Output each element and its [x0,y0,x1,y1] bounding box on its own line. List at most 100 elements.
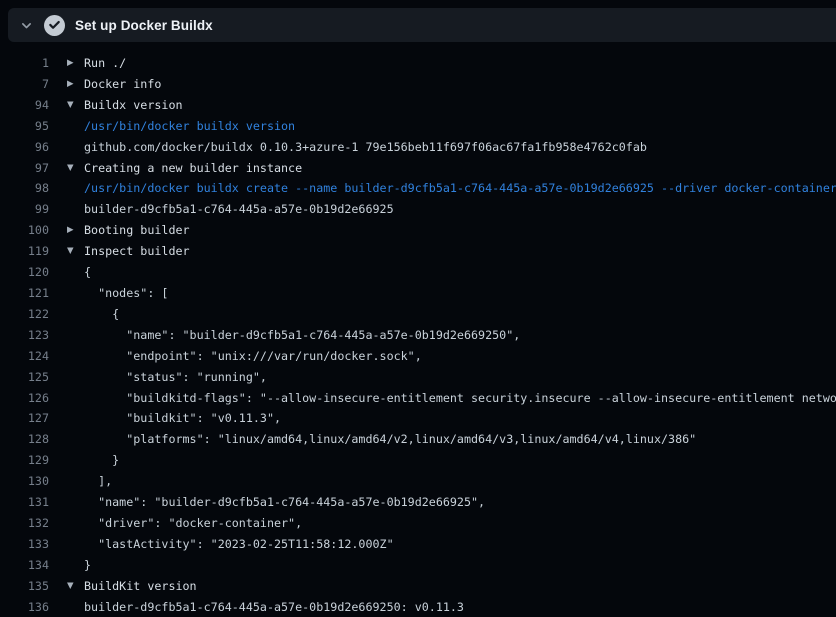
line-number[interactable]: 134 [0,555,49,576]
log-text: Docker info [84,77,161,91]
line-number[interactable]: 95 [0,116,49,137]
log-line: 130 ], [0,471,836,492]
log-text: "name": "builder-d9cfb5a1-c764-445a-a57e… [84,495,485,509]
log-text: "endpoint": "unix:///var/run/docker.sock… [84,349,422,363]
line-number[interactable]: 128 [0,429,49,450]
line-number[interactable]: 98 [0,178,49,199]
check-circle-icon [44,15,65,36]
log-line: 96 github.com/docker/buildx 0.10.3+azure… [0,137,836,158]
log-line: 120 { [0,262,836,283]
log-line-body: "name": "builder-d9cfb5a1-c764-445a-a57e… [49,492,836,513]
line-number[interactable]: 123 [0,325,49,346]
log-text: "status": "running", [84,370,267,384]
triangle-down-icon[interactable]: ▼ [67,241,74,262]
line-number[interactable]: 136 [0,597,49,617]
log-line-body: } [49,450,836,471]
log-line: 99 builder-d9cfb5a1-c764-445a-a57e-0b19d… [0,199,836,220]
log-line-body: ▶Run ./ [49,53,836,74]
line-number[interactable]: 7 [0,74,49,95]
log-line-body: github.com/docker/buildx 0.10.3+azure-1 … [49,137,836,158]
log-text: "platforms": "linux/amd64,linux/amd64/v2… [84,432,696,446]
log-line: 134 } [0,555,836,576]
line-number[interactable]: 125 [0,367,49,388]
triangle-down-icon[interactable]: ▼ [67,95,74,116]
log-text: } [84,453,119,467]
log-line: 128 "platforms": "linux/amd64,linux/amd6… [0,429,836,450]
log-line: 127 "buildkit": "v0.11.3", [0,408,836,429]
line-number[interactable]: 97 [0,158,49,179]
log-text: ], [84,474,112,488]
log-line-body: { [49,262,836,283]
log-line: 126 "buildkitd-flags": "--allow-insecure… [0,388,836,409]
log-text: "driver": "docker-container", [84,516,302,530]
log-text: builder-d9cfb5a1-c764-445a-a57e-0b19d2e6… [84,600,464,614]
log-line: 95 /usr/bin/docker buildx version [0,116,836,137]
log-text: "buildkitd-flags": "--allow-insecure-ent… [84,391,836,405]
log-text: BuildKit version [84,579,197,593]
line-number[interactable]: 120 [0,262,49,283]
log-area: 1 ▶Run ./ 7 ▶ Docker info 94 ▼Buildx vers… [0,53,836,617]
line-number[interactable]: 135 [0,576,49,597]
line-number[interactable]: 131 [0,492,49,513]
triangle-down-icon[interactable]: ▼ [67,158,74,179]
log-group-header[interactable]: 119 ▼ Inspect builder [0,241,836,262]
log-group-header[interactable]: 1 ▶Run ./ [0,53,836,74]
log-text: Inspect builder [84,244,190,258]
log-line-body: "buildkit": "v0.11.3", [49,408,836,429]
log-text: Booting builder [84,223,190,237]
log-line-body: "lastActivity": "2023-02-25T11:58:12.000… [49,534,836,555]
chevron-down-icon[interactable] [19,19,33,32]
line-number[interactable]: 129 [0,450,49,471]
log-line: 98 /usr/bin/docker buildx create --name … [0,178,836,199]
step-title: Set up Docker Buildx [75,18,213,33]
triangle-right-icon[interactable]: ▶ [67,53,74,74]
log-line-body: "buildkitd-flags": "--allow-insecure-ent… [49,388,836,409]
log-group-header[interactable]: 7 ▶ Docker info [0,74,836,95]
log-line-body: "platforms": "linux/amd64,linux/amd64/v2… [49,429,836,450]
log-line: 121 "nodes": [ [0,283,836,304]
log-text: "nodes": [ [84,286,168,300]
log-line-body: "nodes": [ [49,283,836,304]
log-line-body: { [49,304,836,325]
line-number[interactable]: 122 [0,304,49,325]
line-number[interactable]: 100 [0,220,49,241]
triangle-right-icon[interactable]: ▶ [67,74,74,95]
log-line-body: ▼ BuildKit version [49,576,836,597]
log-line-body: ▼ Creating a new builder instance [49,158,836,179]
log-group-header[interactable]: 97 ▼ Creating a new builder instance [0,158,836,179]
line-number[interactable]: 124 [0,346,49,367]
line-number[interactable]: 94 [0,95,49,116]
log-text: /usr/bin/docker buildx create --name bui… [84,181,836,195]
log-line-body: } [49,555,836,576]
line-number[interactable]: 1 [0,53,49,74]
line-number[interactable]: 121 [0,283,49,304]
log-line-body: ▼ Inspect builder [49,241,836,262]
line-number[interactable]: 99 [0,199,49,220]
log-text: "buildkit": "v0.11.3", [84,411,281,425]
line-number[interactable]: 126 [0,388,49,409]
line-number[interactable]: 119 [0,241,49,262]
line-number[interactable]: 130 [0,471,49,492]
step-header[interactable]: Set up Docker Buildx [8,8,836,42]
line-number[interactable]: 127 [0,408,49,429]
log-text: builder-d9cfb5a1-c764-445a-a57e-0b19d2e6… [84,202,394,216]
log-group-header[interactable]: 94 ▼Buildx version [0,95,836,116]
log-group-header[interactable]: 135 ▼ BuildKit version [0,576,836,597]
log-line: 122 { [0,304,836,325]
log-text: } [84,558,91,572]
line-number[interactable]: 132 [0,513,49,534]
log-line: 136 builder-d9cfb5a1-c764-445a-a57e-0b19… [0,597,836,617]
log-line-body: /usr/bin/docker buildx version [49,116,836,137]
log-line-body: builder-d9cfb5a1-c764-445a-a57e-0b19d2e6… [49,597,836,617]
log-line: 125 "status": "running", [0,367,836,388]
log-text: Creating a new builder instance [84,161,302,175]
triangle-down-icon[interactable]: ▼ [67,576,74,597]
line-number[interactable]: 133 [0,534,49,555]
log-line-body: "status": "running", [49,367,836,388]
log-text: "lastActivity": "2023-02-25T11:58:12.000… [84,537,394,551]
log-group-header[interactable]: 100 ▶ Booting builder [0,220,836,241]
log-text: github.com/docker/buildx 0.10.3+azure-1 … [84,140,647,154]
triangle-right-icon[interactable]: ▶ [67,220,74,241]
log-line-body: ▶ Docker info [49,74,836,95]
line-number[interactable]: 96 [0,137,49,158]
